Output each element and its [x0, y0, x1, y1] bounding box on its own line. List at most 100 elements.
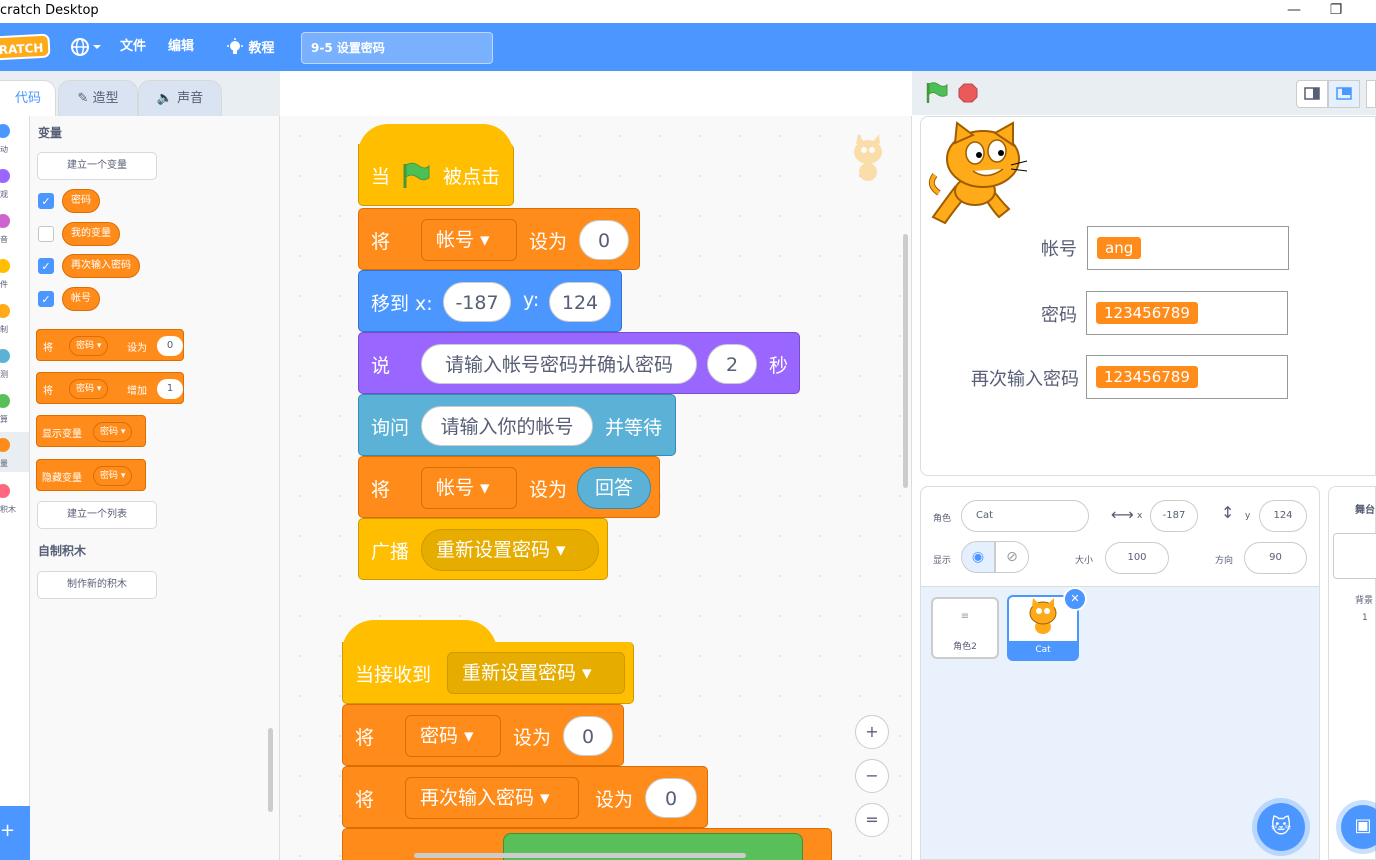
- variable-dropdown-confirm-password[interactable]: 再次输入密码 ▾: [405, 777, 579, 819]
- variable-reporter-account[interactable]: 帐号: [62, 287, 100, 311]
- category-sensing[interactable]: [0, 349, 10, 363]
- palette-set-variable-block[interactable]: 将 密码 ▾ 设为 0: [36, 329, 184, 361]
- hide-sprite-button[interactable]: ⊘: [995, 541, 1029, 573]
- variable-checkbox-confirm-password[interactable]: ✓: [38, 258, 54, 274]
- variable-reporter-confirm-password[interactable]: 再次输入密码: [62, 254, 140, 278]
- normal-stage-button[interactable]: [1328, 80, 1360, 108]
- variable-checkbox-password[interactable]: ✓: [38, 193, 54, 209]
- cat-sprite-icon[interactable]: [925, 121, 1029, 229]
- stop-button[interactable]: [958, 83, 978, 103]
- category-motion[interactable]: [0, 124, 10, 138]
- variable-dropdown-account[interactable]: 帐号 ▾: [421, 219, 517, 261]
- add-backdrop-button[interactable]: ▣: [1341, 805, 1376, 849]
- category-control[interactable]: [0, 304, 10, 318]
- sprite-tile-cat[interactable]: Cat ✕: [1007, 587, 1087, 661]
- monitor-password[interactable]: 123456789: [1086, 291, 1288, 335]
- variable-dropdown-password[interactable]: 密码 ▾: [405, 715, 501, 757]
- category-myblocks[interactable]: [0, 484, 10, 498]
- palette-change-by-label: 增加: [127, 386, 147, 397]
- delete-sprite-button[interactable]: ✕: [1063, 587, 1087, 611]
- palette-show-var-dropdown[interactable]: 密码 ▾: [93, 422, 133, 442]
- ask-message-input[interactable]: 请输入你的帐号: [421, 406, 593, 446]
- file-menu[interactable]: 文件: [120, 38, 146, 56]
- set-account-block[interactable]: 将 帐号 ▾ 设为 0: [358, 208, 640, 270]
- green-flag-button[interactable]: [924, 81, 950, 105]
- say-message-input[interactable]: 请输入帐号密码并确认密码: [421, 344, 697, 384]
- variable-checkbox-myvar[interactable]: [38, 226, 54, 242]
- monitor-account[interactable]: ang: [1087, 226, 1289, 270]
- palette-scrollbar[interactable]: [268, 728, 273, 812]
- broadcast-block[interactable]: 广播 重新设置密码 ▾: [358, 518, 608, 580]
- broadcast-message-dropdown[interactable]: 重新设置密码 ▾: [421, 529, 599, 571]
- say-seconds-input[interactable]: 2: [707, 344, 757, 384]
- fullscreen-button[interactable]: [1366, 80, 1376, 108]
- variable-reporter-myvar[interactable]: 我的变量: [62, 222, 120, 246]
- when-i-receive-block[interactable]: 当接收到 重新设置密码 ▾: [342, 642, 634, 704]
- ask-label: 询问: [371, 417, 410, 439]
- palette-change-variable-block[interactable]: 将 密码 ▾ 增加 1: [36, 372, 184, 404]
- zoom-out-button[interactable]: −: [855, 759, 889, 793]
- sprite-size-input[interactable]: 100: [1105, 542, 1169, 574]
- sprite-y-input[interactable]: 124: [1259, 500, 1307, 532]
- sprite-tile-sprite2[interactable]: ≡ 角色2: [931, 597, 999, 659]
- zoom-in-button[interactable]: +: [855, 715, 889, 749]
- set-account-answer-block[interactable]: 将 帐号 ▾ 设为 回答: [358, 456, 660, 518]
- palette-change-var-dropdown[interactable]: 密码 ▾: [69, 379, 109, 399]
- script-area[interactable]: 当 被点击 将 帐号 ▾ 设为 0 移到 x: -187 y: 124 说 请输…: [280, 116, 912, 860]
- variable-checkbox-account[interactable]: ✓: [38, 291, 54, 307]
- backdrop-thumbnail[interactable]: [1333, 533, 1376, 579]
- language-menu[interactable]: [70, 36, 104, 56]
- value-input[interactable]: 0: [645, 778, 697, 818]
- project-title-input[interactable]: 9-5 设置密码: [301, 32, 493, 64]
- y-label: y: [1245, 511, 1251, 521]
- palette-hide-variable-block[interactable]: 隐藏变量 密码 ▾: [36, 459, 146, 491]
- make-list-button[interactable]: 建立一个列表: [37, 501, 157, 529]
- palette-set-value[interactable]: 0: [157, 336, 183, 356]
- show-sprite-button[interactable]: ◉: [961, 541, 995, 573]
- value-input[interactable]: 0: [563, 716, 613, 756]
- category-operators[interactable]: [0, 394, 10, 408]
- tab-costumes[interactable]: ✎ 造型: [58, 80, 138, 118]
- set-confirm-password-block[interactable]: 将 再次输入密码 ▾ 设为 0: [342, 766, 708, 828]
- tab-sounds[interactable]: 🔈 声音: [138, 80, 222, 118]
- sprite-direction-input[interactable]: 90: [1244, 542, 1307, 574]
- tutorials-menu[interactable]: 教程: [226, 38, 275, 56]
- category-looks[interactable]: [0, 169, 10, 183]
- restore-button[interactable]: ❐: [1316, 0, 1356, 23]
- show-label: 显示: [933, 556, 952, 566]
- make-block-button[interactable]: 制作新的积木: [37, 571, 157, 599]
- ask-and-wait-block[interactable]: 询问 请输入你的帐号 并等待: [358, 394, 676, 456]
- add-extension-button[interactable]: +: [0, 806, 30, 860]
- x-input[interactable]: -187: [443, 282, 511, 322]
- monitor-confirm-password[interactable]: 123456789: [1086, 355, 1288, 399]
- palette-change-value[interactable]: 1: [157, 379, 183, 399]
- sprite-name-input[interactable]: Cat: [961, 500, 1089, 532]
- variable-reporter-password[interactable]: 密码: [62, 189, 100, 213]
- value-input[interactable]: 0: [579, 220, 629, 260]
- zoom-reset-button[interactable]: =: [855, 803, 889, 837]
- goto-xy-block[interactable]: 移到 x: -187 y: 124: [358, 270, 622, 332]
- y-input[interactable]: 124: [549, 282, 611, 322]
- tab-code[interactable]: 代码: [0, 80, 56, 118]
- when-flag-clicked-block[interactable]: 当 被点击: [358, 144, 514, 206]
- small-stage-button[interactable]: [1296, 80, 1328, 108]
- stage[interactable]: 帐号 ang 密码 123456789 再次输入密码 123456789: [920, 116, 1376, 476]
- answer-reporter[interactable]: 回答: [577, 467, 651, 509]
- scratch-logo[interactable]: RATCH: [0, 33, 51, 61]
- category-sound[interactable]: [0, 214, 10, 228]
- receive-message-dropdown[interactable]: 重新设置密码 ▾: [447, 652, 625, 694]
- palette-show-variable-block[interactable]: 显示变量 密码 ▾: [36, 415, 146, 447]
- script-horizontal-scrollbar[interactable]: [414, 853, 746, 858]
- minimize-button[interactable]: —: [1274, 0, 1314, 23]
- variable-dropdown-account[interactable]: 帐号 ▾: [421, 467, 517, 509]
- category-events[interactable]: [0, 259, 10, 273]
- sprite-x-input[interactable]: -187: [1150, 500, 1198, 532]
- make-variable-button[interactable]: 建立一个变量: [37, 152, 157, 180]
- palette-set-var-dropdown[interactable]: 密码 ▾: [69, 336, 109, 356]
- script-vertical-scrollbar[interactable]: [903, 234, 908, 488]
- set-password-block[interactable]: 将 密码 ▾ 设为 0: [342, 704, 624, 766]
- say-for-secs-block[interactable]: 说 请输入帐号密码并确认密码 2 秒: [358, 332, 800, 394]
- add-sprite-button[interactable]: 🐱: [1257, 803, 1305, 851]
- palette-hide-var-dropdown[interactable]: 密码 ▾: [93, 466, 133, 486]
- edit-menu[interactable]: 编辑: [168, 38, 194, 56]
